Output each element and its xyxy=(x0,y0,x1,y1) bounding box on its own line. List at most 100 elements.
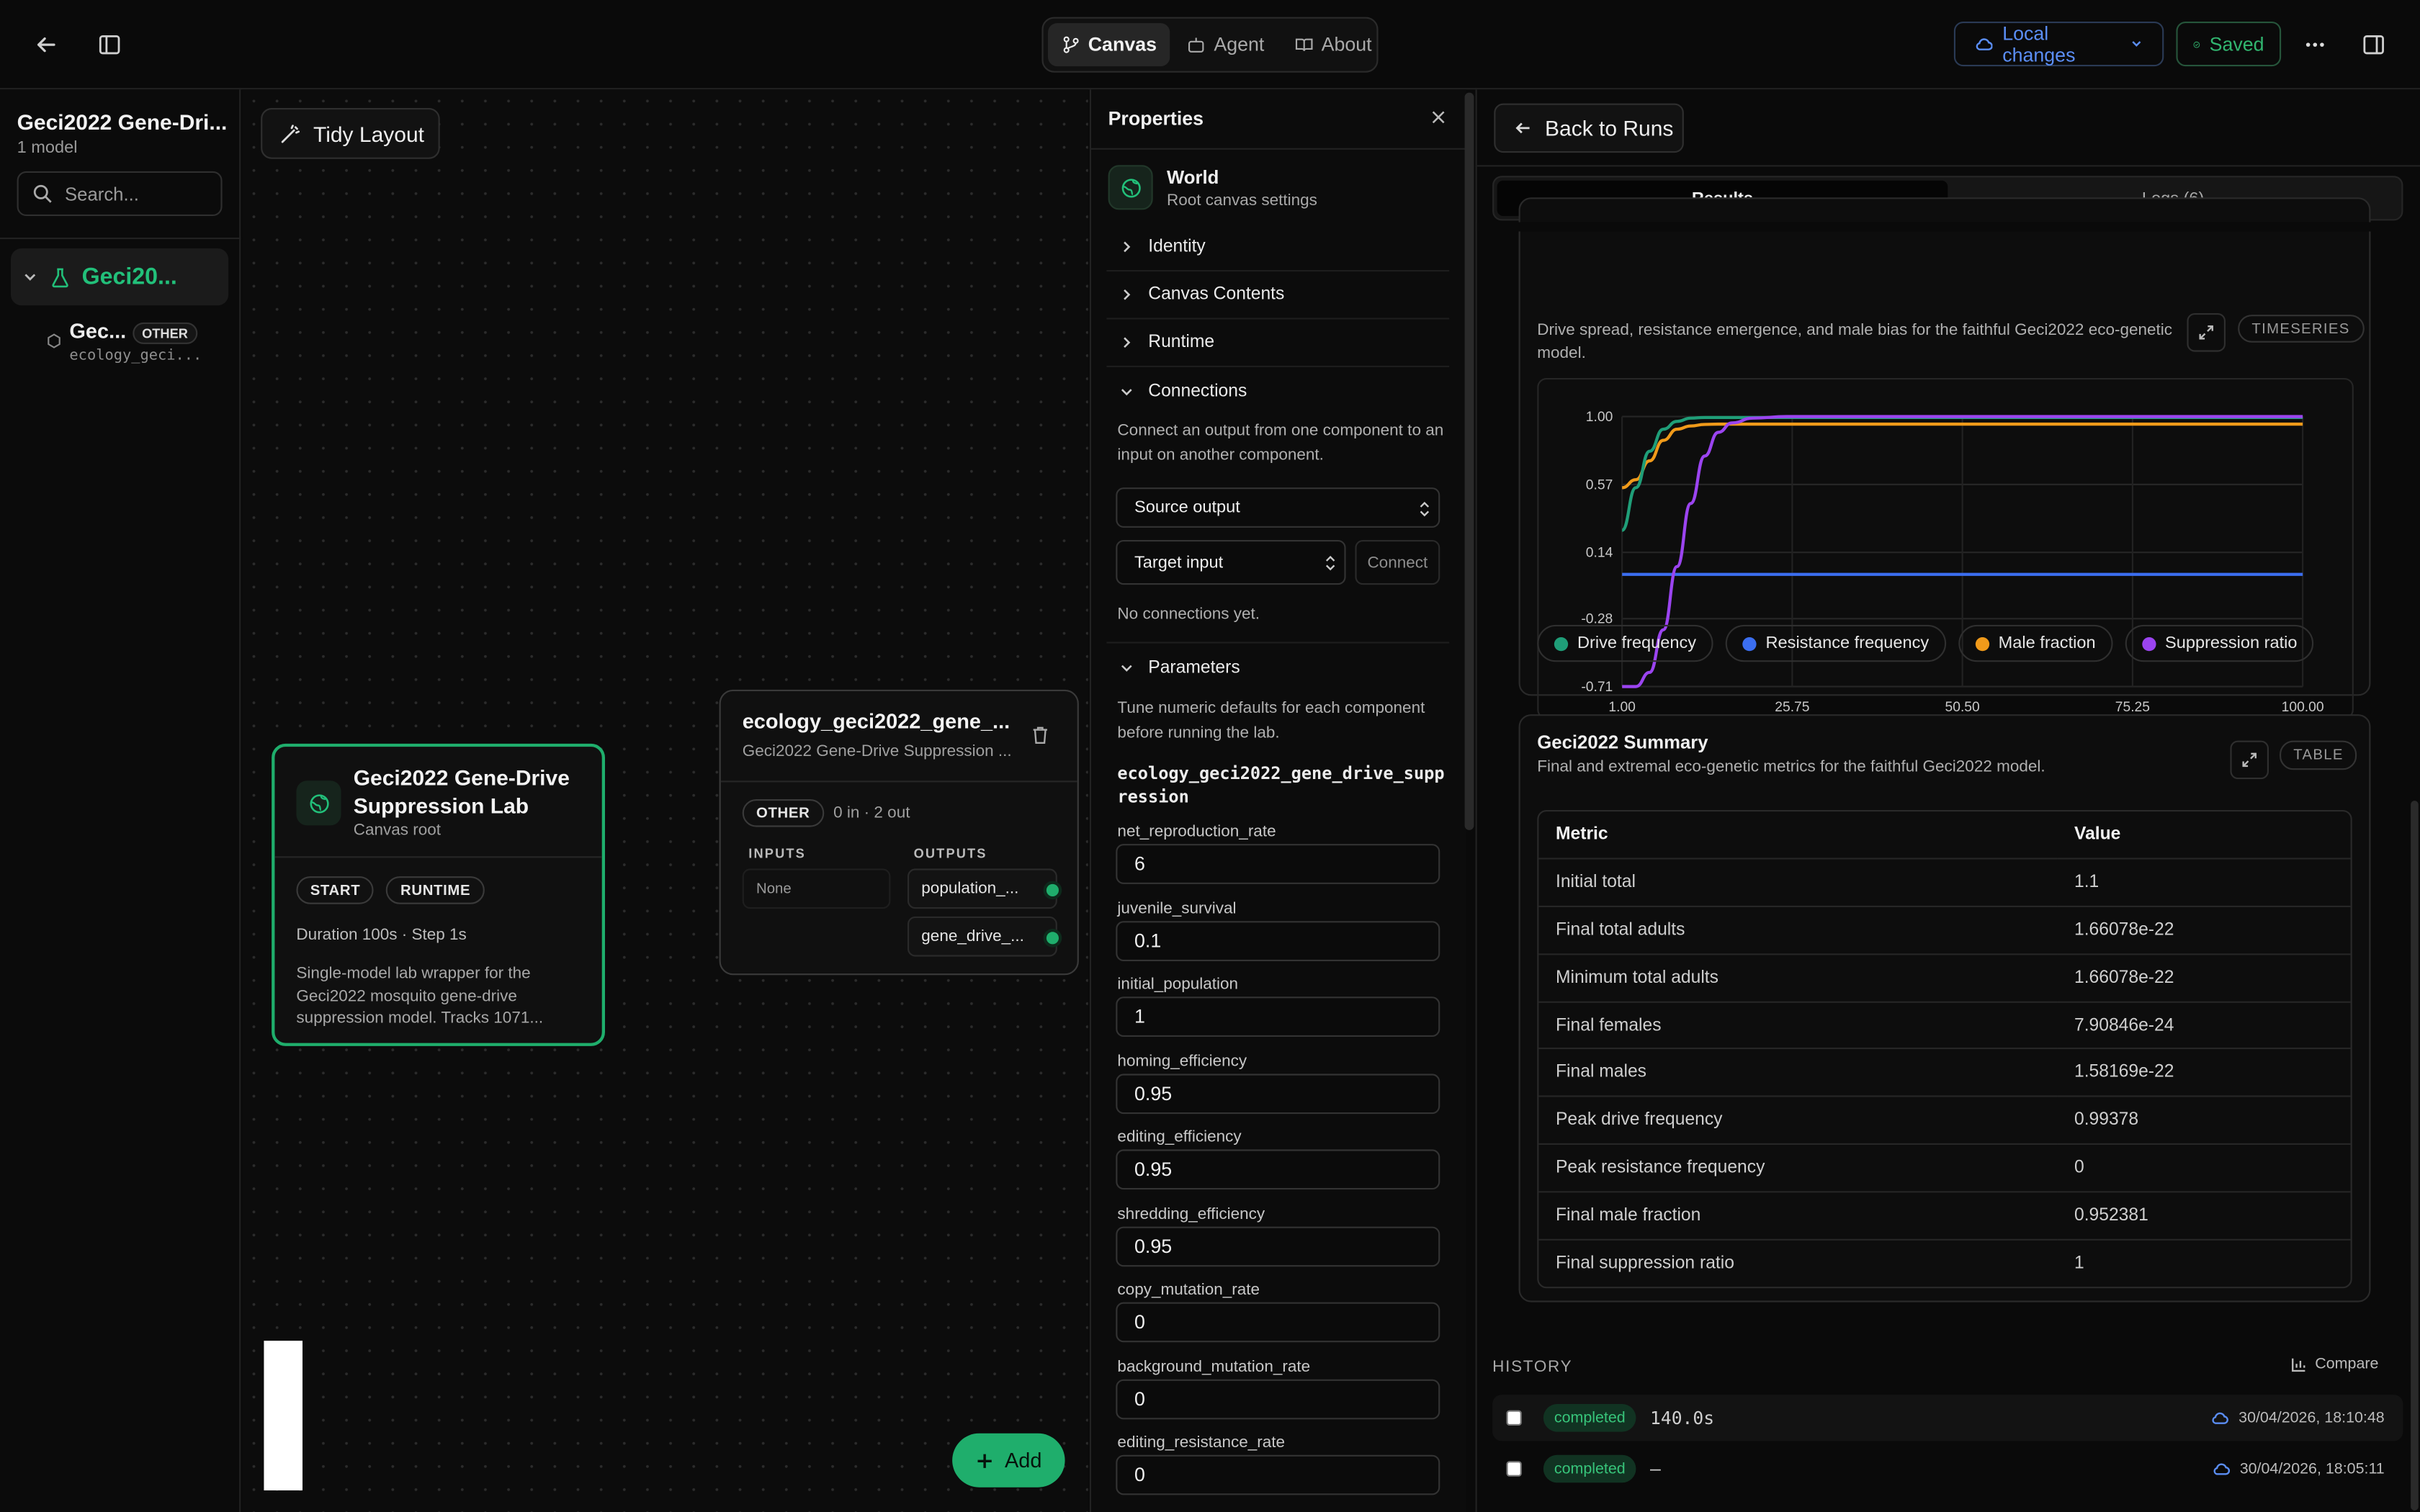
root-node-tags: START RUNTIME xyxy=(296,876,485,904)
section-label: Connections xyxy=(1148,382,1247,401)
port-handle[interactable] xyxy=(1046,932,1059,945)
right-panel-toggle-icon[interactable] xyxy=(2352,23,2396,66)
properties-scrollbar[interactable] xyxy=(1464,92,1474,830)
run-duration: 140.0s xyxy=(1650,1407,1715,1429)
tree-item-model-sub: ecology_geci... xyxy=(69,347,202,364)
canvas[interactable]: Tidy Layout Geci2022 Gene-Drive Suppress… xyxy=(242,89,1088,1512)
metric-cell: Peak resistance frequency xyxy=(1538,1144,2058,1193)
add-button[interactable]: Add xyxy=(952,1433,1065,1488)
close-icon[interactable] xyxy=(1429,108,1448,127)
table-row: Peak drive frequency 0.99378 xyxy=(1538,1097,2351,1146)
section-identity[interactable]: Identity xyxy=(1106,224,1450,272)
row-checkbox[interactable] xyxy=(1506,1461,1522,1477)
parameter-input[interactable]: 0 xyxy=(1116,1378,1440,1419)
connect-button[interactable]: Connect xyxy=(1355,540,1440,585)
local-changes-button[interactable]: Local changes xyxy=(1953,22,2164,67)
chevron-down-icon xyxy=(1121,388,1132,395)
metric-cell: Final males xyxy=(1538,1049,2058,1098)
parameter-input[interactable]: 0 xyxy=(1116,1302,1440,1343)
parameter-value: 0.95 xyxy=(1134,1082,1173,1104)
parameter-value: 0 xyxy=(1134,1311,1145,1333)
history-row[interactable]: completed 140.0s 30/04/2026, 18:10:48 xyxy=(1492,1395,2403,1441)
parameter-label: net_reproduction_rate xyxy=(1117,822,1276,841)
model-node-header xyxy=(720,691,1077,783)
table-row: Peak resistance frequency 0 xyxy=(1538,1144,2351,1193)
source-output-label: Source output xyxy=(1134,498,1240,517)
section-runtime[interactable]: Runtime xyxy=(1106,320,1450,367)
expand-icon[interactable] xyxy=(2187,313,2226,352)
parameter-label: juvenile_survival xyxy=(1117,899,1237,917)
section-label: Parameters xyxy=(1148,657,1240,677)
add-button-label: Add xyxy=(1004,1449,1042,1472)
section-canvas-contents[interactable]: Canvas Contents xyxy=(1106,271,1450,320)
legend-male-fraction[interactable]: Male fraction xyxy=(1958,624,2113,662)
runtime-tag: RUNTIME xyxy=(386,876,485,904)
summary-description: Final and extremal eco-genetic metrics f… xyxy=(1537,757,2045,776)
bar-chart-icon xyxy=(2292,1358,2305,1372)
model-node-card[interactable]: ecology_geci2022_gene_... Geci2022 Gene-… xyxy=(719,689,1079,976)
legend-resistance-frequency[interactable]: Resistance frequency xyxy=(1725,624,1946,662)
value-cell: 7.90846e-24 xyxy=(2057,1002,2351,1050)
sidebar-toggle-icon[interactable] xyxy=(88,23,131,66)
value-cell: 1.1 xyxy=(2057,859,2351,908)
expand-icon[interactable] xyxy=(2230,740,2269,780)
minimap[interactable] xyxy=(264,1341,302,1490)
left-sidebar: Geci2022 Gene-Dri... 1 model Search... G… xyxy=(0,89,241,1512)
results-scrollbar[interactable] xyxy=(2411,801,2419,1511)
parameter-input[interactable]: 0 xyxy=(1116,1454,1440,1495)
tab-about[interactable]: About xyxy=(1281,23,1386,66)
back-arrow-icon[interactable] xyxy=(24,23,68,66)
legend-label: Drive frequency xyxy=(1577,634,1697,653)
search-input[interactable]: Search... xyxy=(17,171,223,216)
inputs-empty: None xyxy=(742,868,891,909)
parameter-input[interactable]: 0.95 xyxy=(1116,1225,1440,1266)
output-port-gene-drive[interactable]: gene_drive_... xyxy=(908,916,1059,957)
view-switcher: Canvas Agent About xyxy=(1041,17,1379,73)
divider xyxy=(1091,148,1466,150)
table-row: Minimum total adults 1.66078e-22 xyxy=(1538,954,2351,1003)
legend-label: Suppression ratio xyxy=(2165,634,2298,653)
tree-item-model-label: Gec... xyxy=(69,319,127,343)
output-port-population[interactable]: population_... xyxy=(908,868,1059,909)
outputs-label: OUTPUTS xyxy=(913,845,987,861)
x-tick-label: 100.00 xyxy=(2282,700,2324,715)
chevron-right-icon xyxy=(1124,241,1131,253)
section-connections[interactable]: Connections xyxy=(1106,367,1449,415)
parameter-label: editing_resistance_rate xyxy=(1117,1433,1286,1452)
row-checkbox[interactable] xyxy=(1506,1410,1522,1426)
more-options-icon[interactable] xyxy=(2293,23,2336,66)
parameter-input[interactable]: 6 xyxy=(1116,844,1440,884)
parameter-input[interactable]: 1 xyxy=(1116,996,1440,1037)
source-output-select[interactable]: Source output xyxy=(1116,487,1440,528)
tab-agent[interactable]: Agent xyxy=(1174,23,1278,66)
compare-button[interactable]: Compare xyxy=(2290,1356,2378,1373)
summary-badge: TABLE xyxy=(2280,740,2357,770)
tab-agent-label: Agent xyxy=(1214,34,1265,56)
parameter-label: homing_efficiency xyxy=(1117,1051,1247,1071)
history-row[interactable]: completed – 30/04/2026, 18:05:11 xyxy=(1492,1446,2403,1492)
parameter-input[interactable]: 0.95 xyxy=(1116,1149,1440,1190)
parameter-value: 0 xyxy=(1134,1464,1145,1486)
target-input-select[interactable]: Target input xyxy=(1116,540,1346,585)
legend-suppression-ratio[interactable]: Suppression ratio xyxy=(2125,624,2315,662)
root-node-card[interactable]: Geci2022 Gene-Drive Suppression Lab Canv… xyxy=(272,743,605,1046)
connections-empty: No connections yet. xyxy=(1117,605,1260,624)
run-timestamp: 30/04/2026, 18:10:48 xyxy=(2238,1409,2385,1427)
table-header-row: Metric Value xyxy=(1538,811,2351,860)
section-label: Runtime xyxy=(1148,333,1215,352)
back-to-runs-button[interactable]: Back to Runs xyxy=(1494,103,1684,153)
chevron-down-icon xyxy=(24,274,36,281)
parameter-input[interactable]: 0.95 xyxy=(1116,1073,1440,1114)
value-cell: 1.66078e-22 xyxy=(2057,954,2351,1003)
delete-node-icon[interactable] xyxy=(1031,725,1049,745)
section-parameters[interactable]: Parameters xyxy=(1106,644,1449,691)
legend-drive-frequency[interactable]: Drive frequency xyxy=(1537,624,1713,662)
parameter-value: 0 xyxy=(1134,1387,1145,1410)
git-branch-icon xyxy=(1063,36,1079,53)
value-cell: 0.99378 xyxy=(2057,1097,2351,1146)
tidy-layout-button[interactable]: Tidy Layout xyxy=(261,108,440,159)
tree-item-lab[interactable]: Geci20... xyxy=(11,248,229,306)
parameter-input[interactable]: 0.1 xyxy=(1116,920,1440,960)
tab-canvas[interactable]: Canvas xyxy=(1048,23,1171,67)
port-handle[interactable] xyxy=(1046,883,1059,896)
